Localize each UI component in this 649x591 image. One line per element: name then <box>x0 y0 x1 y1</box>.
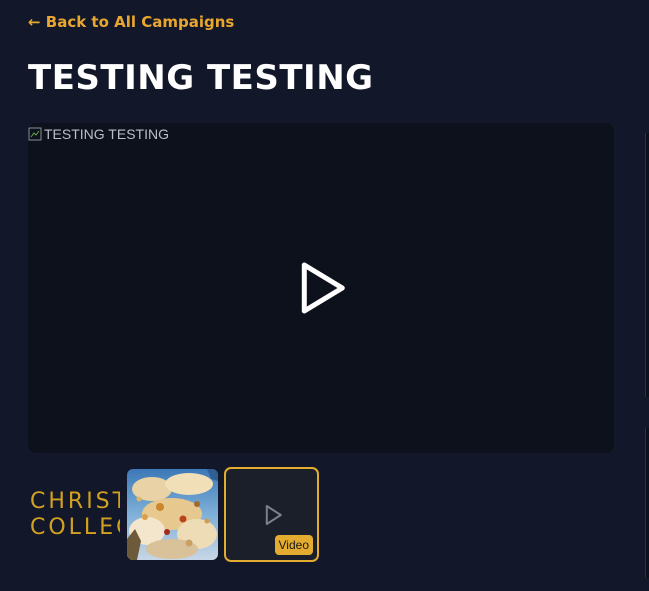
broken-image: TESTING TESTING <box>28 126 169 142</box>
broken-image-alt-text: TESTING TESTING <box>44 126 169 142</box>
thumbnail-logo[interactable]: CHRIST COLLEC <box>28 467 120 562</box>
play-icon[interactable] <box>300 261 346 315</box>
logo-text-line: CHRIST <box>30 489 120 514</box>
video-play-icon <box>265 504 282 525</box>
thumbnail-strip: CHRIST COLLEC <box>28 467 328 562</box>
thumbnail-painting[interactable] <box>127 469 218 560</box>
broken-image-icon <box>28 127 42 141</box>
logo-text-line: COLLEC <box>30 515 120 540</box>
video-badge: Video <box>274 535 313 555</box>
back-to-campaigns-link[interactable]: ← Back to All Campaigns <box>28 13 234 31</box>
painting-image <box>127 469 218 560</box>
page-title: TESTING TESTING <box>28 58 374 98</box>
side-panel-edge <box>645 428 649 578</box>
thumbnail-video[interactable]: Video <box>224 467 319 562</box>
side-panel-edge <box>645 133 649 397</box>
media-player[interactable]: TESTING TESTING <box>28 123 614 453</box>
